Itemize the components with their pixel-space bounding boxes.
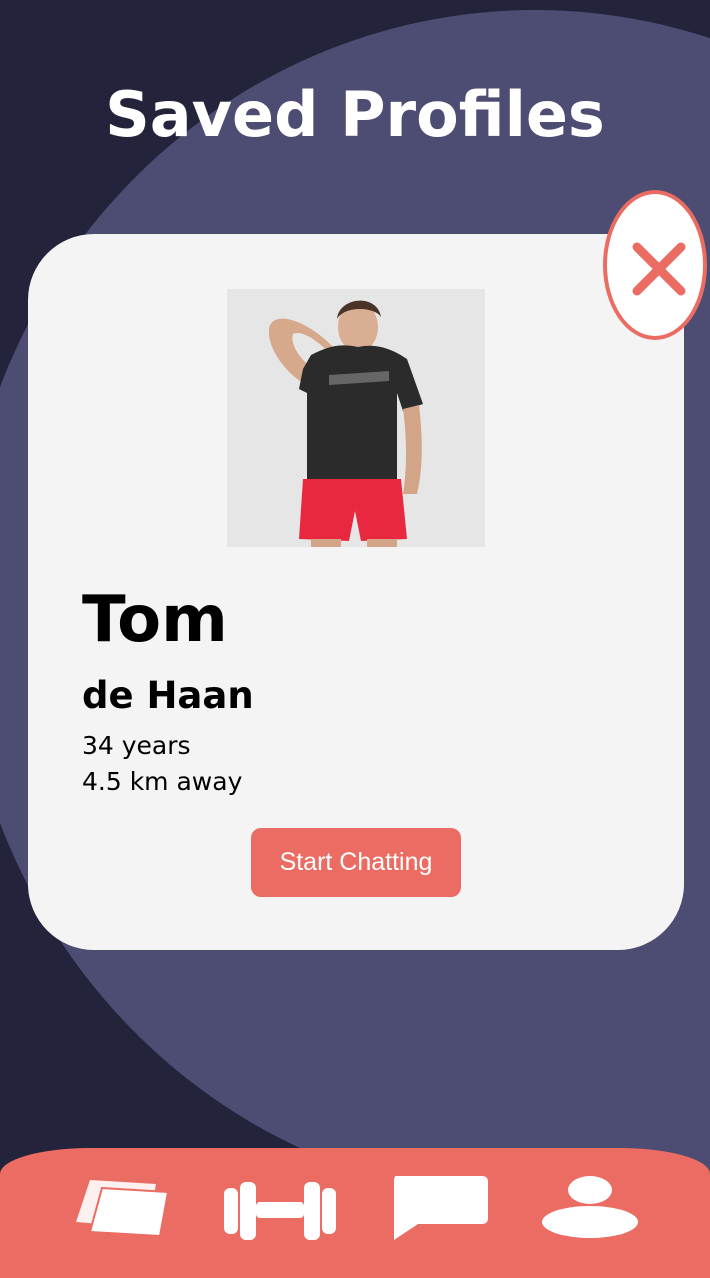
chat-bubble-icon bbox=[394, 1176, 488, 1240]
dumbbell-icon bbox=[224, 1182, 336, 1240]
profile-last-name: de Haan bbox=[82, 674, 254, 717]
close-icon bbox=[632, 242, 686, 296]
profile-distance: 4.5 km away bbox=[82, 767, 243, 796]
page-title: Saved Profiles bbox=[105, 78, 605, 151]
nav-profile[interactable] bbox=[540, 1174, 640, 1244]
nav-cards[interactable] bbox=[72, 1176, 172, 1242]
start-chatting-button[interactable]: Start Chatting bbox=[251, 828, 461, 897]
nav-workout[interactable] bbox=[222, 1180, 338, 1242]
profile-photo bbox=[227, 289, 485, 547]
profile-age: 34 years bbox=[82, 731, 191, 760]
profile-first-name: Tom bbox=[82, 583, 228, 657]
bottom-nav bbox=[0, 1148, 710, 1278]
close-button[interactable] bbox=[603, 190, 707, 340]
profile-photo-illustration bbox=[227, 289, 485, 547]
nav-chat[interactable] bbox=[390, 1176, 488, 1242]
cards-icon bbox=[76, 1180, 170, 1238]
person-icon bbox=[542, 1176, 638, 1238]
